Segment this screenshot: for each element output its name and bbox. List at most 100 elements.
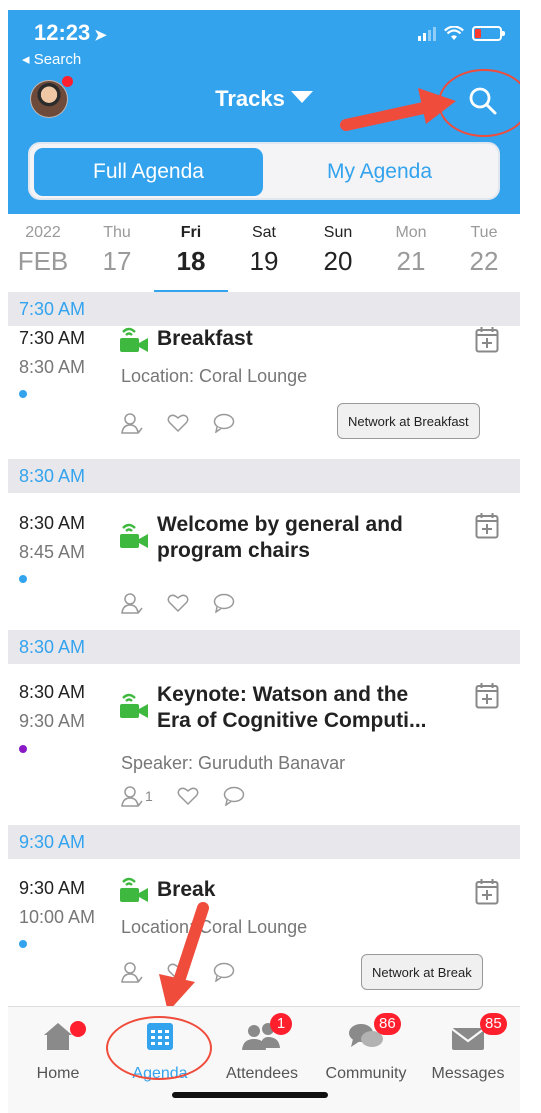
tab-community[interactable]: Community 86 bbox=[320, 1013, 412, 1083]
full-agenda-tab[interactable]: Full Agenda bbox=[34, 148, 263, 196]
tab-home[interactable]: Home bbox=[12, 1021, 104, 1083]
session-speaker: Speaker: Guruduth Banavar bbox=[121, 753, 346, 773]
tab-messages[interactable]: Messages 85 bbox=[422, 1013, 514, 1083]
day-number: 20 bbox=[323, 246, 353, 276]
calendar-add-icon[interactable] bbox=[475, 878, 499, 905]
session-end-time: 8:30 AM bbox=[19, 357, 86, 377]
session-title[interactable]: Welcome by general and program chairs bbox=[157, 512, 465, 565]
session-end-time: 8:45 AM bbox=[19, 542, 86, 562]
time-section-header: 9:30 AM bbox=[8, 825, 520, 859]
session-title-line: Era of Cognitive Computi... bbox=[157, 709, 427, 733]
agenda-segmented-control: Full Agenda My Agenda bbox=[28, 142, 500, 200]
notification-dot bbox=[70, 1021, 86, 1037]
date-mon[interactable]: Mon 21 bbox=[381, 224, 441, 277]
heart-icon[interactable] bbox=[167, 413, 189, 433]
calendar-add-icon[interactable] bbox=[475, 682, 499, 709]
battery-icon bbox=[472, 26, 505, 41]
session-title-line: program chairs bbox=[157, 539, 310, 563]
status-time: 12:23 ➤ bbox=[34, 20, 107, 46]
day-number: 22 bbox=[469, 246, 499, 276]
session-start-time: 8:30 AM bbox=[19, 513, 86, 533]
track-dot bbox=[19, 745, 27, 753]
date-sun[interactable]: Sun 20 bbox=[308, 224, 368, 277]
date-sat[interactable]: Sat 19 bbox=[234, 224, 294, 277]
day-of-week: Mon bbox=[395, 224, 427, 241]
track-dot bbox=[19, 575, 27, 583]
attendees-badge: 1 bbox=[270, 1013, 292, 1035]
session-title-line: Keynote: Watson and the bbox=[157, 683, 409, 706]
tab-attendees[interactable]: Attendees 1 bbox=[216, 1013, 308, 1083]
app-header: 12:23 ➤ ◂ Search Tracks Full Agenda My A… bbox=[8, 10, 520, 214]
year-text: 2022 bbox=[25, 224, 61, 241]
session-start-time: 9:30 AM bbox=[19, 878, 86, 898]
day-number: 18 bbox=[176, 246, 206, 276]
month-text: FEB bbox=[17, 246, 69, 276]
calendar-add-icon[interactable] bbox=[475, 512, 499, 539]
date-fri[interactable]: Fri 18 bbox=[161, 224, 221, 277]
home-indicator bbox=[172, 1092, 328, 1098]
mail-icon bbox=[451, 1028, 485, 1050]
attendee-icon[interactable] bbox=[121, 961, 143, 983]
attendee-count-text: 1 bbox=[145, 788, 153, 804]
video-icon bbox=[120, 693, 148, 718]
calendar-add-icon[interactable] bbox=[475, 326, 499, 353]
tab-label: Messages bbox=[431, 1065, 505, 1082]
time-section-header: 8:30 AM bbox=[8, 459, 520, 493]
session-actions bbox=[121, 592, 235, 614]
back-to-search-link[interactable]: ◂ Search bbox=[22, 50, 81, 68]
session-location: Location: Coral Lounge bbox=[121, 917, 308, 937]
network-at-break-button[interactable]: Network at Break bbox=[361, 954, 483, 990]
session-title[interactable]: Break bbox=[157, 877, 465, 903]
session-actions: 1 bbox=[121, 785, 245, 807]
attendee-icon[interactable] bbox=[121, 592, 143, 614]
tab-label: Home bbox=[36, 1065, 80, 1082]
session-end-time: 9:30 AM bbox=[19, 711, 86, 731]
messages-badge: 85 bbox=[480, 1013, 507, 1035]
tab-label: Attendees bbox=[225, 1065, 299, 1082]
attendee-icon bbox=[121, 786, 143, 807]
comment-icon[interactable] bbox=[213, 593, 235, 613]
attendee-count[interactable]: 1 bbox=[121, 785, 153, 807]
day-number: 17 bbox=[102, 246, 132, 276]
my-agenda-tab[interactable]: My Agenda bbox=[265, 148, 494, 196]
signal-icon bbox=[418, 26, 436, 41]
session-title[interactable]: Keynote: Watson and the Era of Cognitive… bbox=[157, 682, 465, 735]
video-icon bbox=[120, 877, 148, 902]
track-dot bbox=[19, 940, 27, 948]
session-title[interactable]: Breakfast bbox=[157, 326, 465, 352]
day-of-week: Sun bbox=[323, 224, 353, 241]
clock-text: 12:23 bbox=[34, 20, 91, 45]
location-arrow-icon: ➤ bbox=[94, 27, 107, 44]
time-section-header: 8:30 AM bbox=[8, 630, 520, 664]
date-thu[interactable]: Thu 17 bbox=[87, 224, 147, 277]
session-actions bbox=[121, 412, 235, 434]
day-number: 19 bbox=[249, 246, 279, 276]
session-actions bbox=[121, 961, 235, 983]
session-location: Location: Coral Lounge bbox=[121, 366, 308, 386]
track-dot bbox=[19, 390, 27, 398]
session-end-time: 10:00 AM bbox=[19, 907, 96, 927]
chevron-down-icon bbox=[290, 91, 313, 103]
heart-icon[interactable] bbox=[177, 786, 199, 806]
day-of-week: Sat bbox=[251, 224, 276, 241]
month-label: 2022 FEB bbox=[13, 224, 73, 277]
tab-label: Community bbox=[325, 1065, 407, 1082]
agenda-highlight-circle bbox=[106, 1016, 212, 1080]
attendee-icon[interactable] bbox=[121, 412, 143, 434]
day-of-week: Tue bbox=[470, 224, 498, 241]
search-highlight-circle bbox=[438, 69, 520, 137]
date-strip: 2022 FEB Thu 17 Fri 18 Sat 19 Sun 20 Mon… bbox=[8, 214, 520, 293]
session-title-line: Welcome by general and bbox=[157, 513, 403, 536]
status-indicators bbox=[418, 26, 505, 41]
comment-icon[interactable] bbox=[223, 786, 245, 806]
comment-icon[interactable] bbox=[213, 962, 235, 982]
video-icon bbox=[120, 327, 148, 352]
date-tue[interactable]: Tue 22 bbox=[454, 224, 514, 277]
network-at-breakfast-button[interactable]: Network at Breakfast bbox=[337, 403, 480, 439]
video-icon bbox=[120, 523, 148, 548]
session-start-time: 7:30 AM bbox=[19, 328, 86, 348]
heart-icon[interactable] bbox=[167, 593, 189, 613]
comment-icon[interactable] bbox=[213, 413, 235, 433]
heart-icon[interactable] bbox=[167, 962, 189, 982]
day-number: 21 bbox=[396, 246, 426, 276]
